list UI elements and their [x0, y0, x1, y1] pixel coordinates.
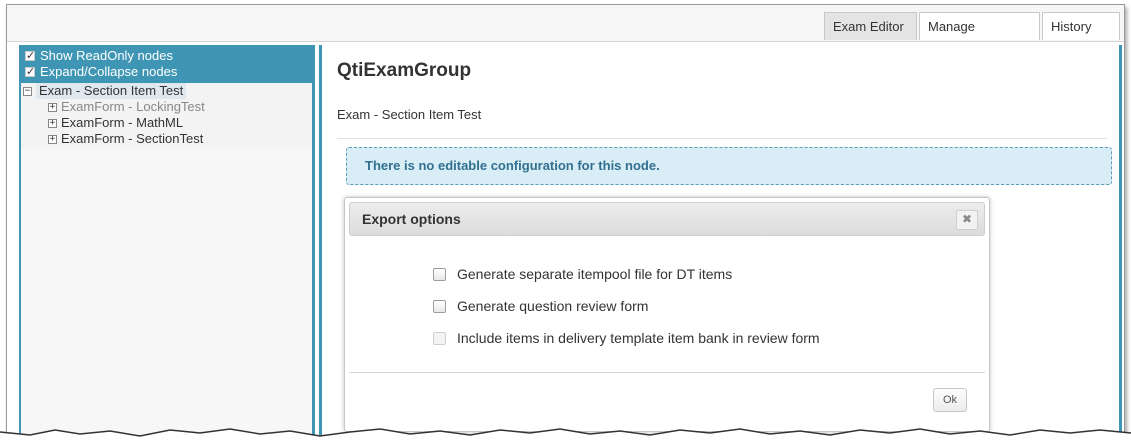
sidebar-panel: Show ReadOnly nodes Expand/Collapse node…: [21, 45, 312, 435]
sidebar-options: Show ReadOnly nodes Expand/Collapse node…: [21, 45, 312, 83]
close-icon[interactable]: ✖: [956, 210, 978, 230]
expand-collapse-checkbox[interactable]: [25, 64, 35, 80]
option-separate-itempool[interactable]: Generate separate itempool file for DT i…: [433, 264, 820, 284]
question-review-checkbox[interactable]: [433, 299, 446, 313]
include-delivery-checkbox: [433, 331, 446, 345]
tab-manage-templates[interactable]: Manage Templates: [919, 12, 1040, 62]
node-subtitle: Exam - Section Item Test: [337, 107, 482, 122]
expand-collapse-label: Expand/Collapse nodes: [40, 64, 178, 79]
expand-icon[interactable]: +: [48, 134, 57, 144]
expand-collapse-option[interactable]: Expand/Collapse nodes: [25, 64, 312, 80]
tree-node-locking-test[interactable]: + ExamForm - LockingTest: [21, 99, 312, 115]
option-label: Generate question review form: [457, 298, 649, 314]
show-readonly-checkbox[interactable]: [25, 48, 35, 64]
option-label: Include items in delivery template item …: [457, 330, 820, 346]
option-include-delivery-items: Include items in delivery template item …: [433, 328, 820, 348]
separate-itempool-checkbox[interactable]: [433, 267, 446, 281]
expand-icon[interactable]: +: [48, 118, 57, 128]
divider: [337, 138, 1107, 139]
dialog-header[interactable]: Export options ✖: [349, 202, 985, 236]
torn-edge: [0, 428, 1131, 444]
tree-node-label[interactable]: ExamForm - MathML: [61, 115, 183, 131]
main-panel-border: [1119, 45, 1122, 435]
export-option-list: Generate separate itempool file for DT i…: [433, 264, 820, 360]
collapse-icon[interactable]: −: [23, 86, 32, 96]
tab-history[interactable]: History: [1042, 12, 1120, 40]
show-readonly-label: Show ReadOnly nodes: [40, 48, 173, 63]
dialog-footer-divider: [349, 372, 985, 373]
expand-icon[interactable]: +: [48, 102, 57, 112]
ok-button[interactable]: Ok: [933, 388, 967, 412]
show-readonly-option[interactable]: Show ReadOnly nodes: [25, 48, 312, 64]
dialog-title: Export options: [362, 211, 461, 227]
tree-node-root[interactable]: − Exam - Section Item Test: [21, 83, 312, 99]
tree-node-section-test[interactable]: + ExamForm - SectionTest: [21, 131, 312, 147]
tab-exam-editor[interactable]: Exam Editor: [824, 12, 917, 40]
tree-node-label[interactable]: Exam - Section Item Test: [36, 83, 187, 99]
option-question-review-form[interactable]: Generate question review form: [433, 296, 820, 316]
sidebar: Show ReadOnly nodes Expand/Collapse node…: [19, 45, 315, 435]
tab-bar: Exam Editor Manage Templates History: [7, 5, 1124, 62]
main-panel: QtiExamGroup Exam - Section Item Test Th…: [319, 45, 1122, 435]
info-alert: There is no editable configuration for t…: [346, 147, 1112, 185]
option-label: Generate separate itempool file for DT i…: [457, 266, 733, 282]
page-title: QtiExamGroup: [337, 60, 472, 81]
tree-node-label[interactable]: ExamForm - LockingTest: [61, 99, 205, 115]
app-window: Exam Editor Manage Templates History Sho…: [6, 4, 1125, 436]
exam-tree: − Exam - Section Item Test + ExamForm - …: [21, 83, 312, 149]
tree-node-label[interactable]: ExamForm - SectionTest: [61, 131, 203, 147]
export-options-dialog: Export options ✖ Generate separate itemp…: [344, 197, 990, 432]
tree-node-mathml[interactable]: + ExamForm - MathML: [21, 115, 312, 131]
